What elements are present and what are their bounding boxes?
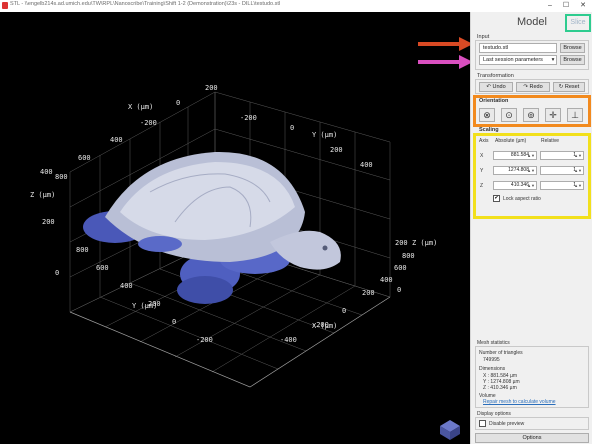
y-tick: 600 bbox=[96, 264, 109, 272]
rotate-z-icon[interactable]: ⊚ bbox=[523, 108, 539, 122]
x-tick: 800 bbox=[402, 252, 415, 260]
x-tick: 400 bbox=[380, 276, 393, 284]
axis-z-label: Z bbox=[480, 183, 484, 189]
close-button[interactable]: ✕ bbox=[575, 0, 591, 12]
x-tick: -200 bbox=[140, 119, 157, 127]
relative-column-header: Relative bbox=[541, 138, 560, 144]
z-axis-title: Z (µm) bbox=[30, 191, 55, 199]
axis-column-header: Axis bbox=[479, 138, 489, 144]
align-bottom-icon[interactable]: ⊥ bbox=[567, 108, 583, 122]
z-tick: 400 bbox=[40, 168, 53, 176]
viewport-canvas: X (µm) -200 0 200 400 600 800 Y (µm) -20… bbox=[30, 84, 460, 440]
rotate-x-icon[interactable]: ⊗ bbox=[479, 108, 495, 122]
reset-label: Reset bbox=[564, 84, 580, 90]
orientation-section-label: Orientation bbox=[479, 98, 509, 104]
view-cube-icon[interactable] bbox=[440, 420, 460, 440]
y-tick: 800 bbox=[76, 246, 89, 254]
dimension-z: Z : 410.346 µm bbox=[483, 385, 517, 391]
rotate-y-icon[interactable]: ⊙ bbox=[501, 108, 517, 122]
disable-preview-checkbox[interactable] bbox=[479, 420, 486, 427]
spin-arrows-icon[interactable]: ▲▼ bbox=[574, 152, 582, 159]
y-tick: 200 bbox=[330, 146, 343, 154]
3d-viewport[interactable]: X (µm) -200 0 200 400 600 800 Y (µm) -20… bbox=[0, 12, 470, 444]
chevron-down-icon[interactable]: ▾ bbox=[550, 55, 557, 65]
x-tick: 200 bbox=[205, 84, 218, 92]
x-tick: -400 bbox=[280, 336, 297, 344]
relative-y-field[interactable]: 1 ▲▼ bbox=[540, 166, 584, 175]
z-tick: 0 bbox=[397, 286, 401, 294]
disable-preview-label: Disable preview bbox=[489, 421, 525, 427]
x-tick: 400 bbox=[110, 136, 123, 144]
z-axis-title-right: Z (µm) bbox=[412, 239, 437, 247]
y-tick: -200 bbox=[240, 114, 257, 122]
arrow-red-icon bbox=[418, 37, 473, 51]
spin-arrows-icon[interactable]: ▲▼ bbox=[527, 152, 535, 159]
relative-x-field[interactable]: 1 ▲▼ bbox=[540, 151, 584, 160]
spin-arrows-icon[interactable]: ▲▼ bbox=[527, 167, 535, 174]
app-icon bbox=[2, 2, 8, 9]
redo-button[interactable]: ↷ Redo bbox=[516, 82, 550, 92]
absolute-y-value: 1274.808 bbox=[508, 167, 529, 173]
x-tick: 0 bbox=[176, 99, 180, 107]
options-button[interactable]: Options bbox=[475, 433, 589, 443]
maximize-button[interactable]: ☐ bbox=[558, 0, 574, 12]
undo-label: Undo bbox=[492, 84, 506, 90]
z-tick: 200 bbox=[42, 218, 55, 226]
y-axis-title-bottom: Y (µm) bbox=[132, 302, 157, 310]
browse-file-button[interactable]: Browse bbox=[560, 43, 585, 53]
x-tick: 200 bbox=[362, 289, 375, 297]
center-icon[interactable]: ✛ bbox=[545, 108, 561, 122]
title-bar: STL - \\engelb214s.ad.umich.edu\TW\RPL\N… bbox=[0, 0, 592, 12]
window-title: STL - \\engelb214s.ad.umich.edu\TW\RPL\N… bbox=[10, 1, 281, 7]
x-axis-title-bottom: X (µm) bbox=[312, 322, 337, 330]
scaling-highlight bbox=[473, 133, 591, 219]
repair-mesh-link[interactable]: Repair mesh to calculate volume bbox=[483, 399, 556, 405]
input-file-field[interactable]: testudo.stl bbox=[479, 43, 557, 53]
spin-arrows-icon[interactable]: ▲▼ bbox=[527, 182, 535, 189]
params-select[interactable]: Last session parameters bbox=[479, 55, 557, 65]
app-window: STL - \\engelb214s.ad.umich.edu\TW\RPL\N… bbox=[0, 0, 592, 444]
minimize-button[interactable]: – bbox=[542, 0, 558, 12]
z-tick: 200 bbox=[395, 239, 408, 247]
absolute-y-field[interactable]: 1274.808 ▲▼ bbox=[493, 166, 537, 175]
y-tick: 0 bbox=[172, 318, 176, 326]
redo-label: Redo bbox=[529, 84, 543, 90]
lock-aspect-checkbox[interactable]: ✔ bbox=[493, 195, 500, 202]
spin-arrows-icon[interactable]: ▲▼ bbox=[574, 182, 582, 189]
y-axis-title-top: Y (µm) bbox=[312, 131, 337, 139]
x-tick: 0 bbox=[342, 307, 346, 315]
dimensions-label: Dimensions bbox=[479, 366, 506, 372]
x-axis-title-top: X (µm) bbox=[128, 103, 153, 111]
x-tick: 600 bbox=[78, 154, 91, 162]
side-panel: Model Slice Input testudo.stl Browse Las… bbox=[470, 12, 592, 444]
spin-arrows-icon[interactable]: ▲▼ bbox=[574, 167, 582, 174]
undo-button[interactable]: ↶ Undo bbox=[479, 82, 513, 92]
triangles-value: 749995 bbox=[483, 357, 500, 363]
relative-z-field[interactable]: 1 ▲▼ bbox=[540, 181, 584, 190]
x-tick: 800 bbox=[55, 173, 68, 181]
axis-y-label: Y bbox=[480, 168, 484, 174]
absolute-column-header: Absolute (µm) bbox=[495, 138, 527, 144]
z-tick: 0 bbox=[55, 269, 59, 277]
y-tick: 0 bbox=[290, 124, 294, 132]
lock-aspect-label: Lock aspect ratio bbox=[503, 196, 541, 202]
absolute-x-field[interactable]: 881.584 ▲▼ bbox=[493, 151, 537, 160]
slice-tab[interactable]: Slice bbox=[565, 14, 591, 32]
absolute-z-field[interactable]: 410.346 ▲▼ bbox=[493, 181, 537, 190]
y-tick: 400 bbox=[120, 282, 133, 290]
x-tick: 600 bbox=[394, 264, 407, 272]
reset-button[interactable]: ↻ Reset bbox=[553, 82, 585, 92]
axis-x-label: X bbox=[480, 153, 484, 159]
arrow-magenta-icon bbox=[418, 55, 473, 69]
y-tick: 400 bbox=[360, 161, 373, 169]
browse-params-button[interactable]: Browse bbox=[560, 55, 585, 65]
triangles-label: Number of triangles bbox=[479, 350, 523, 356]
annotation-arrows bbox=[418, 37, 473, 69]
y-tick: -200 bbox=[196, 336, 213, 344]
